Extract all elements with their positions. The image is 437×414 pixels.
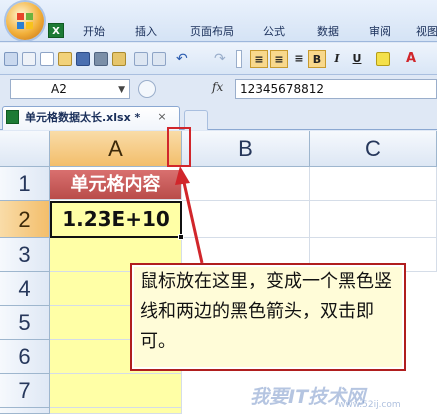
row-header-7[interactable]: 7 bbox=[0, 374, 50, 408]
office-button[interactable] bbox=[6, 2, 44, 40]
cut-icon[interactable] bbox=[22, 52, 36, 66]
spellcheck-icon[interactable] bbox=[152, 52, 166, 66]
bold-button[interactable]: B bbox=[308, 50, 326, 68]
cell-a7[interactable] bbox=[50, 374, 182, 408]
row-header-3[interactable]: 3 bbox=[0, 238, 50, 272]
row-header-4[interactable]: 4 bbox=[0, 272, 50, 306]
row-header-6[interactable]: 6 bbox=[0, 340, 50, 374]
name-box[interactable]: A2 ▼ bbox=[10, 79, 130, 99]
underline-button[interactable]: U bbox=[348, 50, 366, 68]
cell-a8[interactable] bbox=[50, 408, 182, 414]
cell-c1[interactable] bbox=[310, 167, 437, 201]
excel-file-icon bbox=[6, 110, 19, 124]
row-header-1[interactable]: 1 bbox=[0, 167, 50, 201]
cell-c2[interactable] bbox=[310, 201, 437, 238]
column-header-c[interactable]: C bbox=[310, 131, 437, 167]
tab-review[interactable]: 审阅 bbox=[362, 23, 398, 41]
print-preview-icon[interactable] bbox=[94, 52, 108, 66]
tab-view[interactable]: 视图 bbox=[412, 23, 437, 41]
tab-formulas[interactable]: 公式 bbox=[256, 23, 292, 41]
paste-icon[interactable] bbox=[4, 52, 18, 66]
formula-input[interactable]: 12345678812 bbox=[235, 79, 437, 99]
format-painter-icon[interactable] bbox=[112, 52, 126, 66]
font-color-button[interactable]: A bbox=[402, 50, 420, 68]
pointer-arrow-icon bbox=[175, 166, 204, 264]
tab-data[interactable]: 数据 bbox=[310, 23, 346, 41]
excel-icon[interactable]: X bbox=[48, 23, 64, 38]
new-document-icon[interactable] bbox=[40, 52, 54, 66]
tab-insert[interactable]: 插入 bbox=[128, 23, 164, 41]
office-logo-icon bbox=[17, 13, 33, 29]
annotation-callout: 鼠标放在这里，变成一个黑色竖线和两边的黑色箭头，双击即可。 bbox=[130, 263, 406, 371]
align-center-button[interactable]: ≡ bbox=[270, 50, 288, 68]
save-icon[interactable] bbox=[76, 52, 90, 66]
select-all-corner[interactable] bbox=[0, 131, 50, 167]
row-header-2[interactable]: 2 bbox=[0, 201, 50, 238]
close-icon[interactable]: × bbox=[155, 110, 169, 124]
italic-button[interactable]: I bbox=[328, 50, 346, 68]
font-size-box[interactable] bbox=[236, 50, 242, 68]
tab-home[interactable]: 开始 bbox=[76, 23, 112, 41]
chevron-down-icon[interactable]: ▼ bbox=[118, 81, 125, 99]
document-tab[interactable]: 单元格数据太长.xlsx * bbox=[2, 106, 180, 130]
insert-function-button[interactable]: fx bbox=[212, 80, 232, 98]
undo-icon[interactable]: ↶ bbox=[176, 52, 190, 66]
fill-color-icon[interactable] bbox=[376, 52, 390, 66]
row-header-5[interactable]: 5 bbox=[0, 306, 50, 340]
name-box-value: A2 bbox=[51, 82, 67, 96]
watermark-url: www.52ij.com bbox=[338, 400, 401, 410]
formula-bar-circle-icon bbox=[138, 80, 156, 98]
redo-icon[interactable]: ↷ bbox=[214, 52, 228, 66]
open-folder-icon[interactable] bbox=[58, 52, 72, 66]
row-header-8[interactable] bbox=[0, 408, 50, 414]
align-right-button[interactable]: ≡ bbox=[290, 50, 308, 68]
tab-page-layout[interactable]: 页面布局 bbox=[182, 23, 242, 41]
align-left-button[interactable]: ≡ bbox=[250, 50, 268, 68]
print-icon[interactable] bbox=[134, 52, 148, 66]
